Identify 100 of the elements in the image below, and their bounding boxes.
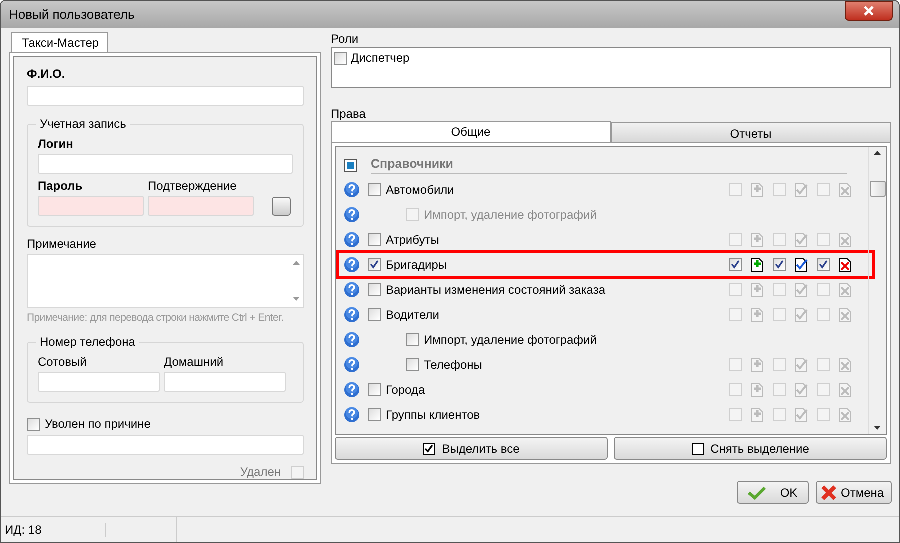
delete-document-icon	[838, 258, 852, 272]
checkbox[interactable]	[334, 52, 347, 64]
close-icon	[863, 6, 875, 16]
add-document-icon	[750, 308, 764, 322]
scroll-up-icon	[292, 261, 300, 265]
help-icon	[344, 256, 360, 272]
checkbox[interactable]	[368, 383, 381, 396]
input-field[interactable]	[27, 86, 304, 106]
permission-label: Телефоны	[424, 358, 482, 372]
input-field[interactable]	[38, 196, 144, 216]
permission-label: Атрибуты	[386, 232, 440, 246]
field-label: Примечание	[27, 237, 98, 251]
edit-document-icon	[794, 408, 808, 422]
help-icon	[344, 382, 360, 398]
edit-document-icon	[794, 358, 808, 372]
field-label: Ф.И.О.	[27, 67, 66, 81]
checkbox-label: Уволен по причине	[45, 417, 151, 431]
close-button[interactable]	[845, 1, 893, 20]
help-icon	[344, 282, 360, 298]
field-label: Домашний	[164, 355, 225, 369]
permission-label: Водители	[386, 308, 440, 322]
scroll-up-icon	[874, 151, 881, 155]
scroll-down-icon	[292, 297, 300, 301]
input-field[interactable]	[27, 435, 304, 455]
checkbox[interactable]	[729, 258, 742, 271]
checkbox[interactable]	[368, 308, 381, 321]
delete-document-icon	[838, 308, 852, 322]
edit-document-icon	[794, 258, 808, 272]
help-icon	[344, 232, 360, 248]
help-icon	[344, 356, 360, 372]
input-field[interactable]	[38, 372, 160, 392]
delete-document-icon	[838, 282, 852, 296]
add-document-icon	[750, 358, 764, 372]
add-document-icon	[750, 258, 764, 272]
permission-label: Автомобили	[386, 182, 454, 196]
window-title: Новый пользователь	[9, 7, 136, 22]
scroll-down-icon	[874, 426, 881, 430]
help-icon	[344, 306, 360, 322]
checked-box-icon	[423, 442, 436, 454]
select-all-button[interactable]: Выделить все	[335, 437, 608, 460]
checkbox[interactable]	[406, 333, 419, 346]
delete-document-icon	[838, 232, 852, 246]
checkbox[interactable]	[406, 358, 419, 371]
permission-label: Города	[386, 382, 426, 396]
section-label: Права	[331, 107, 367, 121]
edit-document-icon	[794, 308, 808, 322]
add-document-icon	[750, 182, 764, 196]
tristate-checkbox[interactable]	[344, 158, 357, 172]
add-document-icon	[750, 232, 764, 246]
permission-label: Варианты изменения состояний заказа	[386, 282, 606, 296]
hint-text: Примечание: для перевода строки нажмите Ctrl + Enter.	[27, 312, 285, 324]
ok-button[interactable]: OK	[737, 481, 809, 504]
checkbox[interactable]	[291, 466, 304, 478]
permission-label: Бригадиры	[386, 258, 448, 272]
tab[interactable]: Отчеты	[611, 122, 891, 142]
field-label: Сотовый	[38, 355, 88, 369]
add-document-icon	[750, 408, 764, 422]
cancel-button[interactable]: Отмена	[816, 481, 892, 504]
field-label: Логин	[38, 137, 74, 151]
checkbox[interactable]	[368, 183, 381, 196]
clear-selection-button[interactable]: Снять выделение	[614, 437, 887, 460]
delete-document-icon	[838, 382, 852, 396]
scrollbar-thumb[interactable]	[870, 181, 886, 197]
tab[interactable]: Общие	[331, 121, 611, 142]
checkbox[interactable]	[368, 283, 381, 296]
list-item[interactable]: Диспетчер	[351, 51, 410, 65]
help-icon	[344, 406, 360, 422]
edit-document-icon	[794, 282, 808, 296]
add-document-icon	[750, 282, 764, 296]
checkbox[interactable]	[368, 408, 381, 421]
empty-box-icon	[692, 442, 704, 454]
help-icon	[344, 182, 360, 198]
input-field[interactable]	[164, 372, 286, 392]
help-icon	[344, 332, 360, 348]
input-field[interactable]	[148, 196, 254, 216]
permission-label: Группы клиентов	[386, 408, 480, 422]
checkbox[interactable]	[368, 258, 381, 271]
field-label: Пароль	[38, 179, 84, 193]
section-heading: Справочники	[371, 156, 847, 174]
field-label: Подтверждение	[148, 179, 238, 193]
group-legend: Учетная запись	[36, 117, 130, 131]
edit-document-icon	[794, 182, 808, 196]
small-button[interactable]	[272, 197, 291, 216]
checkbox[interactable]	[368, 233, 381, 246]
checkbox-label: Удален	[240, 465, 281, 479]
checkbox[interactable]	[27, 418, 40, 430]
add-document-icon	[750, 382, 764, 396]
checkbox[interactable]	[773, 258, 786, 271]
tab[interactable]: Такси-Мастер	[11, 32, 108, 52]
checkmark-icon	[748, 486, 766, 500]
checkbox[interactable]	[817, 258, 830, 271]
section-label: Роли	[331, 32, 360, 46]
edit-document-icon	[794, 232, 808, 246]
edit-document-icon	[794, 382, 808, 396]
input-field[interactable]	[38, 154, 293, 174]
permission-label: Импорт, удаление фотографий	[424, 208, 597, 222]
text-area[interactable]	[27, 254, 304, 308]
delete-document-icon	[838, 408, 852, 422]
cross-icon	[821, 484, 837, 500]
status-text: ИД: 18	[1, 522, 106, 536]
